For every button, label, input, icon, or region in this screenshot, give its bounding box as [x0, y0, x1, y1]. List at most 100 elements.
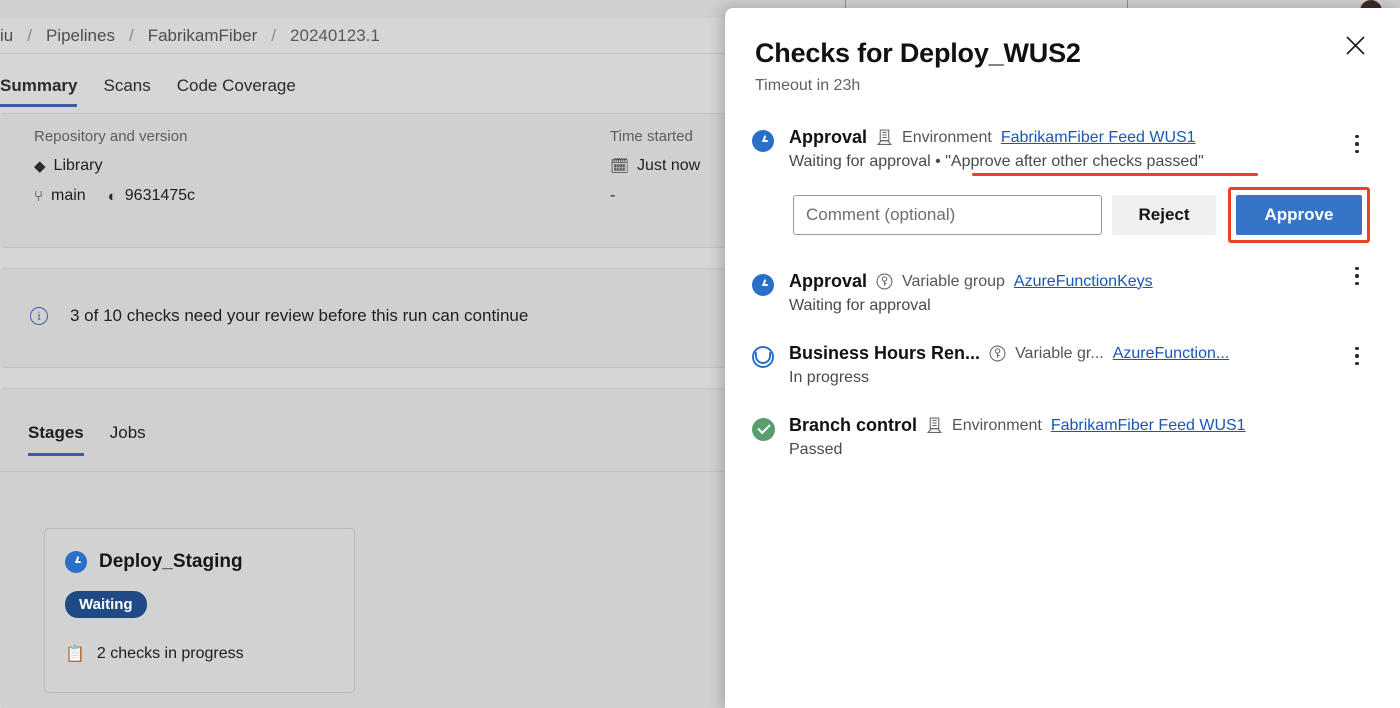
tab-jobs[interactable]: Jobs [110, 423, 146, 443]
check-row: Approval Environment FabrikamFiber Feed … [751, 113, 1370, 243]
branch-commit-row[interactable]: ⑂ main ◐ 9631475c [34, 187, 195, 205]
check-name: Approval [789, 127, 868, 147]
in-progress-icon [752, 346, 774, 368]
check-name: Business Hours Ren... [789, 343, 981, 363]
check-status [751, 271, 775, 315]
breadcrumb-separator: / [27, 25, 32, 45]
tab-code-coverage[interactable]: Code Coverage [177, 76, 296, 98]
kebab-menu-icon[interactable] [1344, 341, 1370, 371]
stage-header: Deploy_Staging [65, 551, 334, 573]
resource-link[interactable]: FabrikamFiber Feed WUS1 [1051, 417, 1246, 435]
calendar-icon: 🗓 [610, 158, 630, 175]
check-content: Branch control Environment FabrikamFiber… [789, 415, 1370, 459]
check-heading: Approval Environment FabrikamFiber Feed … [789, 127, 1370, 148]
resource-type: Variable gr... [1015, 344, 1104, 362]
check-status [751, 415, 775, 459]
check-content: Approval Environment FabrikamFiber Feed … [789, 127, 1370, 243]
commit-hash: 9631475c [124, 187, 196, 204]
close-button[interactable] [1338, 28, 1372, 62]
check-instruction: "Approve after other checks passed" [945, 153, 1204, 170]
clock-icon [752, 130, 774, 152]
check-status-text: Passed [789, 441, 1370, 459]
checks-banner-text: 3 of 10 checks need your review before t… [70, 306, 529, 325]
branch-icon: ⑂ [34, 187, 44, 205]
check-row: Branch control Environment FabrikamFiber… [751, 387, 1370, 459]
passed-icon [751, 418, 775, 441]
annotation-underline [972, 173, 1258, 176]
screen: iu / Pipelines / FabrikamFiber / 2024012… [0, 0, 1400, 708]
check-name: Branch control [789, 415, 918, 435]
check-status [751, 127, 775, 243]
variable-group-icon [989, 345, 1006, 362]
resource-type: Environment [952, 416, 1042, 434]
checks-flyout-panel: Checks for Deploy_WUS2 Timeout in 23h Ap… [725, 8, 1400, 708]
time-started-col: Time started 🗓 Just now - [610, 128, 700, 205]
check-status-text: In progress [789, 369, 1370, 387]
breadcrumb-item-1[interactable]: Pipelines [46, 26, 115, 46]
time-started-row: 🗓 Just now [610, 157, 700, 175]
commit-icon: ◐ [107, 187, 117, 205]
breadcrumb-separator: / [128, 25, 134, 45]
check-heading: Business Hours Ren... Variable gr... Azu… [789, 343, 1370, 364]
check-row: Business Hours Ren... Variable gr... Azu… [751, 315, 1370, 387]
approval-actions: Reject Approve [793, 187, 1370, 243]
check-state: In progress [789, 369, 870, 386]
checks-banner: i 3 of 10 checks need your review before… [30, 306, 528, 326]
check-content: Approval Variable group AzureFunctionKey… [789, 271, 1370, 315]
check-status [751, 343, 775, 387]
variable-group-icon [876, 273, 893, 290]
environment-icon [926, 417, 943, 433]
stage-name: Deploy_Staging [99, 551, 243, 572]
info-icon: i [30, 307, 48, 325]
time-started-value: Just now [637, 157, 701, 174]
check-heading: Approval Variable group AzureFunctionKey… [789, 271, 1370, 292]
tab-stages[interactable]: Stages [28, 423, 84, 456]
flyout-header: Checks for Deploy_WUS2 Timeout in 23h [725, 8, 1400, 95]
check-state: Waiting for approval [789, 153, 931, 170]
branch-name: main [51, 187, 86, 204]
repo-label: Repository and version [34, 128, 188, 145]
stage-card-deploy-staging[interactable]: Deploy_Staging Waiting 📋 2 checks in pro… [44, 528, 355, 693]
environment-icon [876, 129, 893, 145]
check-heading: Branch control Environment FabrikamFiber… [789, 415, 1370, 436]
check-state: Passed [789, 441, 843, 458]
close-icon [1345, 35, 1365, 55]
approve-highlight-box: Approve [1228, 187, 1370, 243]
clock-icon [65, 551, 87, 573]
resource-link[interactable]: AzureFunction... [1113, 345, 1230, 363]
tab-scans[interactable]: Scans [103, 76, 150, 98]
kebab-menu-icon[interactable] [1344, 261, 1370, 291]
page-title: Checks for Deploy_WUS2 [755, 38, 1081, 68]
check-state: Waiting for approval [789, 297, 931, 314]
resource-type: Environment [902, 128, 992, 146]
kebab-menu-icon[interactable] [1344, 129, 1370, 159]
resource-type: Variable group [902, 272, 1005, 290]
approve-button[interactable]: Approve [1236, 195, 1362, 235]
check-status-text: Waiting for approval [789, 297, 1370, 315]
stage-checks-text: 2 checks in progress [96, 645, 244, 662]
separator-dot: • [935, 153, 941, 170]
checks-list: Approval Environment FabrikamFiber Feed … [725, 95, 1400, 459]
resource-link[interactable]: AzureFunctionKeys [1014, 273, 1153, 291]
repo-name: Library [53, 157, 103, 174]
status-badge: Waiting [65, 591, 147, 618]
reject-button[interactable]: Reject [1112, 195, 1216, 235]
repository-and-version: Repository and version ◆ Library ⑂ main … [34, 128, 195, 205]
azure-repos-icon: ◆ [34, 158, 46, 175]
check-content: Business Hours Ren... Variable gr... Azu… [789, 343, 1370, 387]
resource-link[interactable]: FabrikamFiber Feed WUS1 [1001, 129, 1196, 147]
clock-icon [752, 274, 774, 296]
timeout-text: Timeout in 23h [755, 77, 861, 94]
elapsed-value: - [610, 187, 616, 204]
breadcrumb-item-2[interactable]: FabrikamFiber [148, 26, 258, 46]
breadcrumb-separator: / [271, 25, 277, 45]
tab-summary[interactable]: Summary [0, 76, 78, 107]
breadcrumb-item-3[interactable]: 20240123.1 [290, 26, 380, 46]
check-status-text: Waiting for approval • "Approve after ot… [789, 153, 1370, 171]
repo-row[interactable]: ◆ Library [34, 157, 195, 175]
comment-input[interactable] [793, 195, 1102, 235]
elapsed-row: - [610, 187, 700, 205]
check-name: Approval [789, 271, 868, 291]
breadcrumb-item-0[interactable]: iu [0, 26, 13, 46]
stages-jobs-tabs: Stages Jobs [28, 423, 146, 456]
